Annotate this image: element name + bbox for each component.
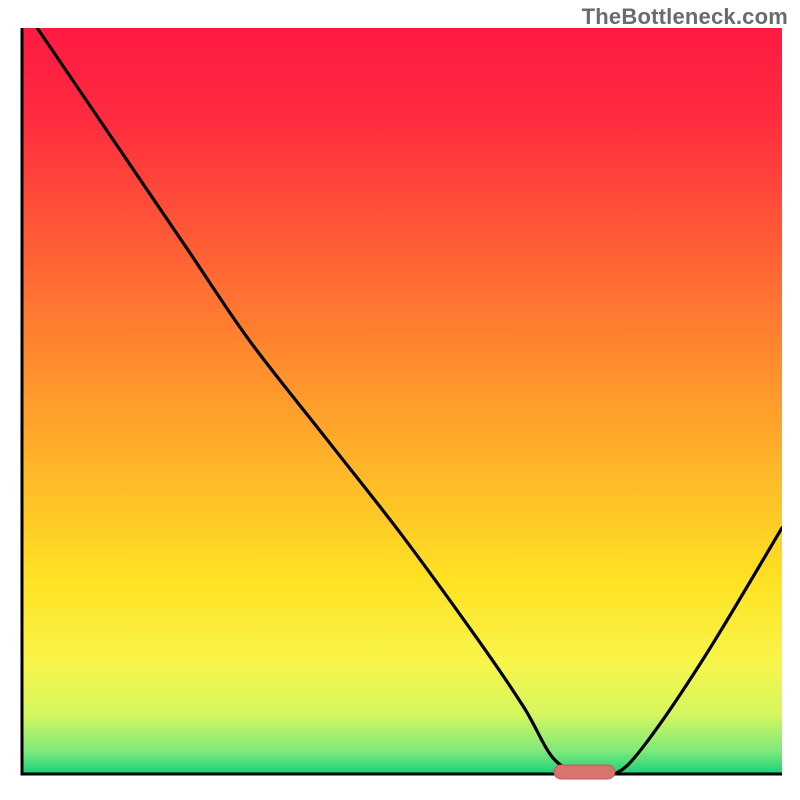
watermark-text: TheBottleneck.com xyxy=(582,4,788,30)
bottleneck-chart xyxy=(0,0,800,800)
chart-container: { "watermark": "TheBottleneck.com", "col… xyxy=(0,0,800,800)
plot-background xyxy=(22,28,782,774)
optimal-range-marker xyxy=(554,765,615,779)
